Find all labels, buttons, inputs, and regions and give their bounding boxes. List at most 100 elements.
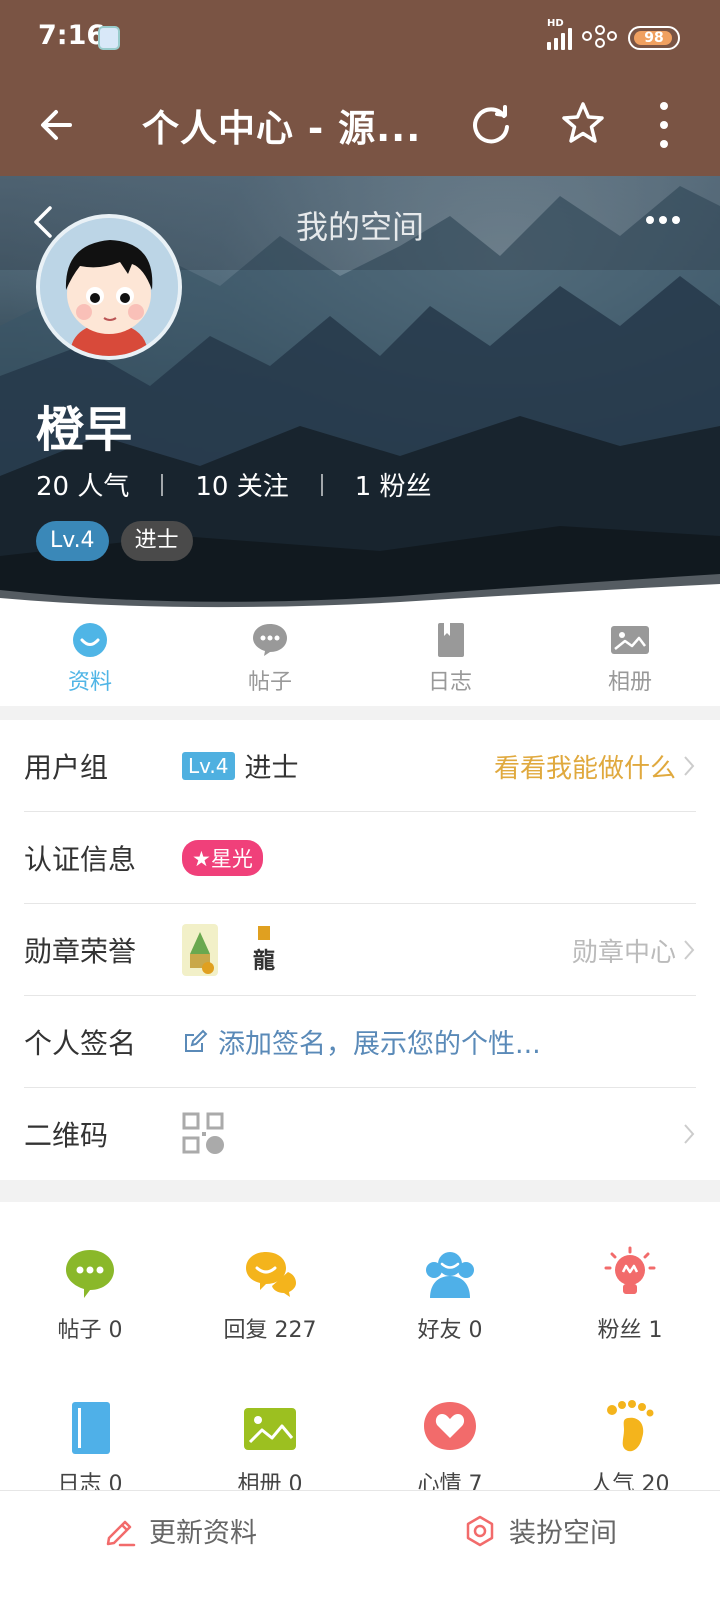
username: 橙早: [36, 402, 133, 458]
row-medals[interactable]: 勋章荣誉 龍 勋章中心: [24, 904, 696, 996]
level-badge: Lv.4: [36, 521, 109, 561]
medal-center-link[interactable]: 勋章中心: [572, 904, 696, 996]
chevron-right-icon: [684, 940, 695, 960]
row-value: [182, 1112, 226, 1156]
more-menu-icon[interactable]: [656, 102, 672, 148]
tab-label: 帖子: [247, 670, 292, 695]
avatar-face-icon: [40, 218, 178, 356]
link-text: 看看我能做什么: [493, 753, 676, 784]
grid-item-friends[interactable]: 好友 0: [360, 1246, 540, 1344]
link-text: 勋章中心: [571, 937, 676, 968]
rank-text: 进士: [244, 753, 299, 784]
smile-icon: [73, 623, 107, 657]
refresh-icon[interactable]: [466, 100, 516, 150]
grid-label: 好友 0: [417, 1318, 483, 1343]
tab-journal[interactable]: 日志: [360, 610, 540, 706]
wave-divider: [0, 574, 720, 610]
notification-app-icon: [98, 26, 120, 50]
footprint-icon: [607, 1400, 654, 1452]
wifi-dots-icon: [582, 25, 618, 51]
signature-placeholder[interactable]: 添加签名，展示您的个性...: [218, 1022, 541, 1061]
tab-label: 相册: [607, 670, 652, 695]
bottom-action-bar: 更新资料 装扮空间: [0, 1490, 720, 1600]
book-icon: [438, 623, 464, 657]
picture-icon: [611, 626, 649, 654]
status-time: 7:16: [38, 20, 106, 51]
row-label: 个人签名: [24, 1026, 137, 1060]
rank-badge: 进士: [120, 521, 193, 561]
tab-album[interactable]: 相册: [540, 610, 720, 706]
update-profile-button[interactable]: 更新资料: [0, 1491, 360, 1600]
row-label: 勋章荣誉: [24, 934, 137, 968]
svg-text:龍: 龍: [253, 948, 275, 974]
tab-label: 资料: [67, 670, 112, 695]
activity-grid: 帖子 0 回复 227 好友 0 粉丝 1 日志 0 相册 0 心情 7 人气 …: [0, 1202, 720, 1502]
grid-item-journal[interactable]: 日志 0: [0, 1400, 180, 1498]
divider: [320, 473, 323, 496]
row-value: 添加签名，展示您的个性...: [182, 1022, 541, 1061]
grid-item-popularity[interactable]: 人气 20: [540, 1400, 720, 1498]
fans-stat[interactable]: 1 粉丝: [355, 466, 432, 503]
qrcode-link[interactable]: [682, 1088, 696, 1180]
row-verification: 认证信息 ★星光: [24, 812, 696, 904]
space-more-icon[interactable]: [646, 216, 680, 224]
hexagon-settings-icon: [466, 1515, 494, 1546]
decorate-space-button[interactable]: 装扮空间: [360, 1491, 720, 1600]
reply-bubble-icon: [246, 1252, 296, 1297]
chevron-right-icon: [684, 1124, 695, 1144]
button-label: 装扮空间: [509, 1518, 617, 1549]
tab-label: 日志: [427, 670, 472, 695]
profile-banner: 我的空间 橙早 20 人气 10 关注 1 粉丝 Lv.4 进士: [0, 176, 720, 610]
bookmark-star-icon[interactable]: [558, 98, 608, 148]
grid-item-replies[interactable]: 回复 227: [180, 1246, 360, 1344]
picture-icon: [244, 1408, 296, 1450]
notebook-icon: [72, 1402, 110, 1454]
chevron-right-icon: [684, 756, 695, 776]
browser-toolbar: 个人中心 - 源...: [0, 76, 720, 176]
grid-label: 粉丝 1: [597, 1318, 663, 1343]
tab-profile[interactable]: 资料: [0, 610, 180, 706]
tab-posts[interactable]: 帖子: [180, 610, 360, 706]
row-label: 认证信息: [24, 842, 137, 876]
battery-level: 98: [644, 30, 664, 46]
row-label: 用户组: [24, 750, 109, 784]
popularity-stat[interactable]: 20 人气: [36, 466, 129, 503]
row-user-group[interactable]: 用户组 Lv.4 进士 看看我能做什么: [24, 720, 696, 812]
lightbulb-icon: [604, 1246, 656, 1294]
hd-label: HD: [547, 18, 564, 29]
pencil-icon: [106, 1520, 136, 1546]
grid-item-album[interactable]: 相册 0: [180, 1400, 360, 1498]
verify-badge: ★星光: [182, 839, 263, 876]
status-icons: HD 98: [547, 18, 680, 54]
following-stat[interactable]: 10 关注: [195, 466, 288, 503]
chat-bubble-icon: [253, 624, 287, 656]
row-value: ★星光: [182, 839, 263, 876]
battery-icon: 98: [628, 26, 680, 50]
permissions-link[interactable]: 看看我能做什么: [494, 720, 696, 812]
divider: [161, 473, 164, 496]
level-chip: Lv.4: [182, 751, 235, 780]
edit-icon: [185, 1029, 208, 1052]
back-arrow-icon[interactable]: [34, 100, 84, 150]
signal-icon: HD: [547, 18, 572, 50]
button-label: 更新资料: [149, 1518, 257, 1549]
row-qrcode[interactable]: 二维码: [24, 1088, 696, 1180]
grid-label: 帖子 0: [57, 1318, 123, 1343]
profile-stats: 20 人气 10 关注 1 粉丝: [36, 466, 432, 503]
avatar[interactable]: [36, 214, 182, 360]
status-bar: 7:16 HD 98: [0, 0, 720, 76]
medal-1-icon: [182, 923, 218, 976]
row-label: 二维码: [24, 1119, 109, 1152]
heart-bubble-icon: [424, 1402, 476, 1456]
row-signature[interactable]: 个人签名 添加签名，展示您的个性...: [24, 996, 696, 1088]
profile-tabs: 资料 帖子 日志 相册: [0, 610, 720, 706]
grid-item-fans[interactable]: 粉丝 1: [540, 1246, 720, 1344]
row-value: Lv.4 进士: [182, 746, 299, 785]
profile-info-list: 用户组 Lv.4 进士 看看我能做什么 认证信息 ★星光 勋章荣誉 龍 勋章中心…: [0, 720, 720, 1180]
medal-2-icon: 龍: [246, 923, 282, 976]
grid-item-posts[interactable]: 帖子 0: [0, 1246, 180, 1344]
qr-code-icon: [182, 1112, 224, 1154]
profile-badges: Lv.4 进士: [36, 521, 193, 561]
page-title: 个人中心 - 源...: [142, 107, 422, 150]
grid-item-mood[interactable]: 心情 7: [360, 1400, 540, 1498]
